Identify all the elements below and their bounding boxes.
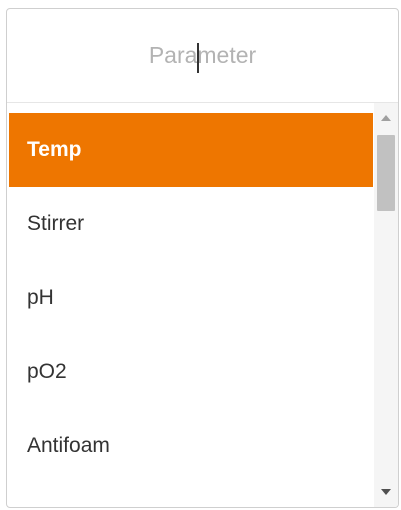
parameter-dropdown: Temp Stirrer pH pO2 Antifoam [6,8,399,508]
vertical-scrollbar[interactable] [374,103,398,507]
scroll-down-arrow-icon[interactable] [381,489,391,495]
text-caret [197,43,199,73]
options-list: Temp Stirrer pH pO2 Antifoam [7,103,377,507]
options-panel: Temp Stirrer pH pO2 Antifoam [7,103,398,507]
parameter-search-input[interactable] [7,9,398,102]
option-po2[interactable]: pO2 [9,335,373,409]
option-antifoam[interactable]: Antifoam [9,409,373,483]
option-stirrer[interactable]: Stirrer [9,187,373,261]
scrollbar-thumb[interactable] [377,135,395,211]
search-box [7,9,398,103]
option-ph[interactable]: pH [9,261,373,335]
option-temp[interactable]: Temp [9,113,373,187]
scroll-up-arrow-icon[interactable] [381,115,391,121]
